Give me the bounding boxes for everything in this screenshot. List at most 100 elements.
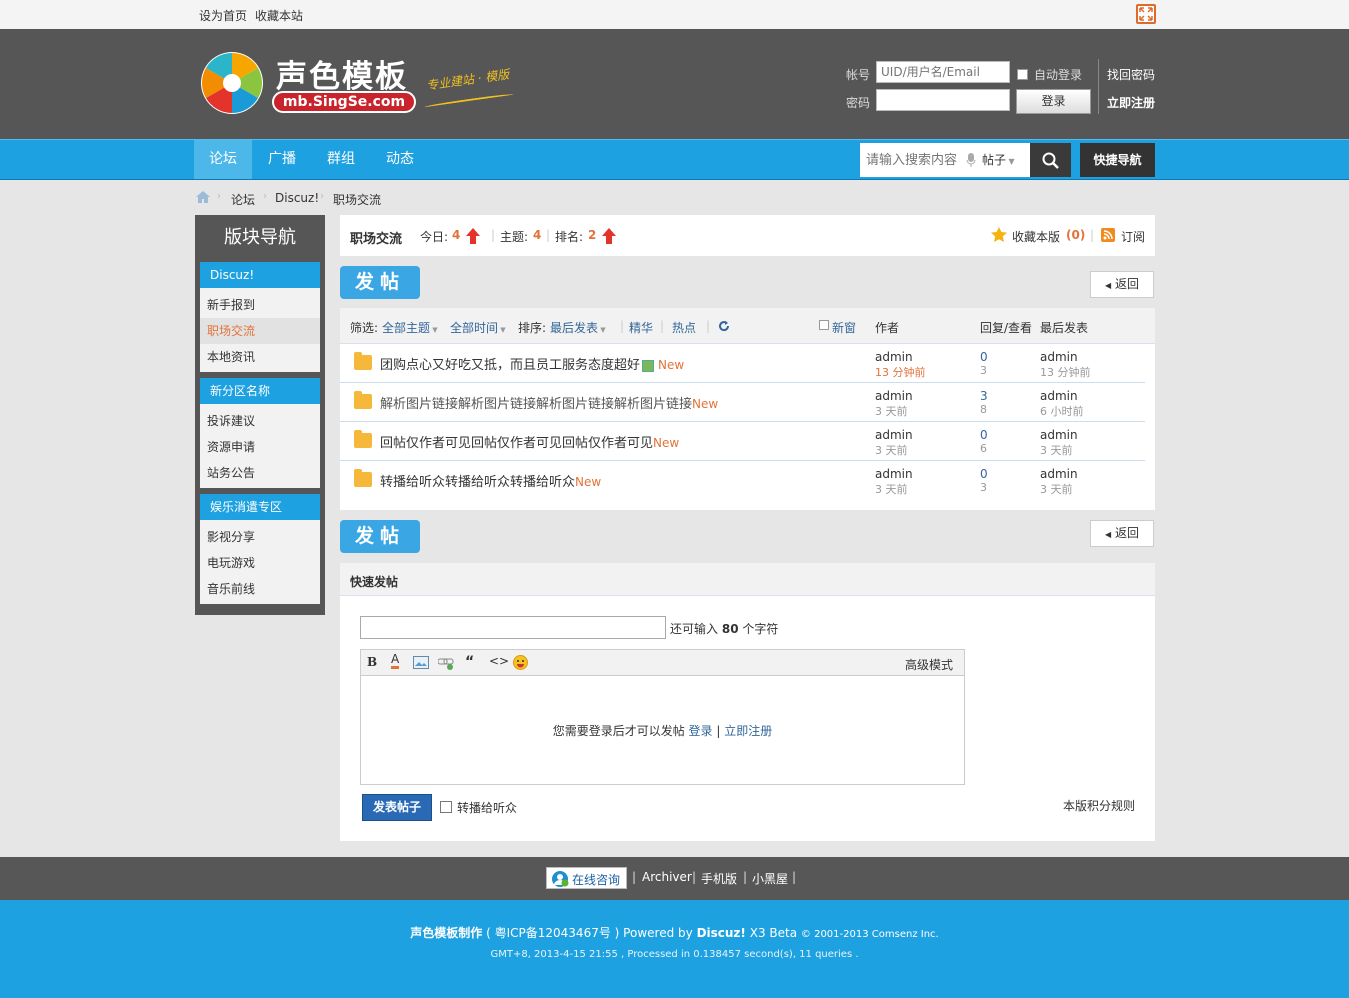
thread-replies[interactable]: 0: [980, 428, 988, 442]
image-icon[interactable]: [413, 656, 429, 669]
online-consult-button[interactable]: 在线咨询: [546, 867, 627, 889]
thread-title[interactable]: 回帖仅作者可见回帖仅作者可见回帖仅作者可见: [380, 436, 653, 451]
thread-author[interactable]: admin: [875, 467, 913, 481]
breadcrumb-forum[interactable]: 论坛: [231, 191, 255, 208]
rss-icon[interactable]: [1101, 228, 1115, 242]
discuz-link[interactable]: Discuz!: [697, 926, 746, 940]
new-window-checkbox[interactable]: [819, 320, 829, 330]
credit-rules-link[interactable]: 本版积分规则: [1063, 797, 1135, 814]
back-button[interactable]: ◀ 返回: [1090, 520, 1154, 547]
quick-post-panel: 快速发帖 还可输入 80 个字符 B A “ <> 高级模式 您需要登录后才可以…: [340, 563, 1155, 841]
thread-replies[interactable]: 3: [980, 389, 988, 403]
thread-row[interactable]: 团购点心又好吃又抵，而且员工服务态度超好 New admin 13 分钟前 0 3…: [340, 344, 1145, 383]
footer-mobile-link[interactable]: 手机版: [701, 870, 737, 887]
find-password-link[interactable]: 找回密码: [1107, 66, 1155, 83]
sidebar-item[interactable]: 本地资讯: [200, 344, 320, 370]
set-home-link[interactable]: 设为首页: [199, 7, 247, 24]
advanced-mode-link[interactable]: 高级模式: [905, 656, 953, 673]
thread-last-user[interactable]: admin: [1040, 467, 1078, 481]
thread-author[interactable]: admin: [875, 389, 913, 403]
submit-post-button[interactable]: 发表帖子: [362, 794, 432, 821]
new-post-button[interactable]: 发帖: [340, 266, 420, 299]
sidebar-item[interactable]: 新手报到: [200, 292, 320, 318]
post-subject-input[interactable]: [360, 616, 666, 639]
search-button[interactable]: [1030, 143, 1071, 177]
footer-archiver-link[interactable]: Archiver: [642, 870, 692, 884]
code-icon[interactable]: <>: [489, 654, 509, 668]
sidebar-item[interactable]: 影视分享: [200, 524, 320, 550]
password-input[interactable]: [876, 89, 1010, 111]
link-icon[interactable]: [438, 656, 454, 670]
login-button[interactable]: 登录: [1016, 89, 1091, 114]
bookmark-site-link[interactable]: 收藏本站: [255, 7, 303, 24]
auto-login-checkbox[interactable]: [1017, 69, 1028, 80]
new-post-button[interactable]: 发帖: [340, 520, 420, 553]
thread-row[interactable]: 转播给听众转播给听众转播给听众New admin 3 天前 0 3 admin …: [340, 461, 1145, 500]
thread-last-time[interactable]: 13 分钟前: [1040, 364, 1091, 380]
forward-checkbox[interactable]: [440, 801, 452, 813]
nav-item-forum[interactable]: 论坛: [194, 140, 252, 179]
home-icon[interactable]: [195, 190, 211, 204]
footer-blacklist-link[interactable]: 小黑屋: [752, 870, 788, 887]
account-input[interactable]: [876, 61, 1010, 83]
thread-row[interactable]: 解析图片链接解析图片链接解析图片链接解析图片链接New admin 3 天前 3…: [340, 383, 1145, 422]
sidebar-item[interactable]: 站务公告: [200, 460, 320, 486]
thread-last-time[interactable]: 6 小时前: [1040, 403, 1084, 419]
sidebar-item[interactable]: 音乐前线: [200, 576, 320, 602]
subscribe-link[interactable]: 订阅: [1121, 228, 1145, 245]
site-logo[interactable]: 声色模板 mb.SingSe.com 专业建站 · 模版: [198, 49, 528, 119]
filter-all-topics[interactable]: 全部主题 ▼: [382, 319, 438, 336]
thread-last-time[interactable]: 3 天前: [1040, 442, 1073, 458]
remaining-prefix: 还可输入: [670, 622, 719, 636]
sidebar-item[interactable]: 资源申请: [200, 434, 320, 460]
thread-title[interactable]: 团购点心又好吃又抵，而且员工服务态度超好: [380, 358, 640, 373]
quote-icon[interactable]: “: [465, 654, 474, 670]
thread-last-user[interactable]: admin: [1040, 350, 1078, 364]
register-link[interactable]: 立即注册: [1107, 94, 1155, 111]
refresh-icon[interactable]: [718, 320, 730, 332]
star-icon[interactable]: [991, 227, 1007, 243]
thread-title[interactable]: 解析图片链接解析图片链接解析图片链接解析图片链接: [380, 397, 692, 412]
breadcrumb-current[interactable]: 职场交流: [333, 191, 381, 208]
notice-login-link[interactable]: 登录: [689, 724, 713, 738]
thread-replies[interactable]: 0: [980, 467, 988, 481]
bold-icon[interactable]: B: [367, 655, 377, 669]
microphone-icon[interactable]: [966, 153, 976, 171]
sidebar-item-active[interactable]: 职场交流: [200, 318, 320, 344]
nav-item-broadcast[interactable]: 广播: [253, 140, 311, 179]
thread-last-user[interactable]: admin: [1040, 428, 1078, 442]
icp-number[interactable]: ( 粤ICP备12043467号 ): [486, 926, 619, 940]
sidebar-group-head[interactable]: Discuz!: [200, 262, 320, 288]
col-last-header: 最后发表: [1040, 321, 1089, 335]
search-type-select[interactable]: 帖子 ▼: [982, 143, 1015, 177]
nav-item-feed[interactable]: 动态: [371, 140, 429, 179]
quick-nav-button[interactable]: 快捷导航: [1080, 143, 1155, 177]
font-color-icon[interactable]: A: [391, 653, 400, 669]
smiley-icon[interactable]: [513, 655, 528, 670]
thread-author[interactable]: admin: [875, 428, 913, 442]
sort-select[interactable]: 最后发表 ▼: [550, 319, 606, 336]
search-input[interactable]: [860, 143, 964, 177]
fullscreen-icon[interactable]: [1136, 4, 1156, 24]
notice-register-link[interactable]: 立即注册: [724, 724, 772, 738]
thread-last-time[interactable]: 3 天前: [1040, 481, 1073, 497]
filter-digest[interactable]: 精华: [629, 319, 653, 336]
sidebar-item[interactable]: 电玩游戏: [200, 550, 320, 576]
thread-replies[interactable]: 0: [980, 350, 988, 364]
copyright-brand[interactable]: 声色模板制作: [410, 926, 482, 940]
thread-row[interactable]: 回帖仅作者可见回帖仅作者可见回帖仅作者可见New admin 3 天前 0 6 …: [340, 422, 1145, 461]
back-button[interactable]: ◀ 返回: [1090, 271, 1154, 298]
filter-all-topics-label: 全部主题: [382, 321, 431, 335]
thread-title[interactable]: 转播给听众转播给听众转播给听众: [380, 475, 575, 490]
nav-item-group[interactable]: 群组: [312, 140, 370, 179]
filter-hot[interactable]: 热点: [672, 319, 696, 336]
chevron-down-icon: ▼: [498, 326, 506, 334]
sidebar-group-head[interactable]: 新分区名称: [200, 378, 320, 404]
thread-last-user[interactable]: admin: [1040, 389, 1078, 403]
filter-all-time[interactable]: 全部时间 ▼: [450, 319, 506, 336]
favorite-forum-link[interactable]: 收藏本版: [1012, 228, 1060, 245]
thread-author[interactable]: admin: [875, 350, 913, 364]
sidebar-group-head[interactable]: 娱乐消遣专区: [200, 494, 320, 520]
breadcrumb-discuz[interactable]: Discuz!: [275, 191, 319, 205]
sidebar-item[interactable]: 投诉建议: [200, 408, 320, 434]
